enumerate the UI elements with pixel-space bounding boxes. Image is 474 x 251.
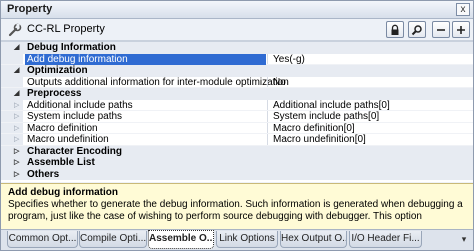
collapsed-arrow-icon[interactable]: ▷ bbox=[14, 169, 22, 181]
description-panel: Add debug information Specifies whether … bbox=[1, 183, 473, 229]
property-value[interactable]: Macro definition[0] bbox=[273, 123, 355, 135]
column-separator bbox=[267, 99, 268, 110]
category-label: Optimization bbox=[27, 65, 88, 76]
tab-4[interactable]: Link Options bbox=[216, 231, 278, 248]
collapse-all-button[interactable] bbox=[432, 21, 450, 38]
property-row[interactable]: ▷ Additional include paths Additional incl… bbox=[1, 99, 473, 112]
tab-2[interactable]: Compile Opti... bbox=[79, 231, 147, 248]
category-label: Others bbox=[27, 168, 60, 180]
collapsed-arrow-icon[interactable]: ▷ bbox=[14, 100, 19, 112]
property-row[interactable]: ▷ Macro undefinition Macro undefinition[0] bbox=[1, 134, 473, 146]
property-value[interactable]: System include paths[0] bbox=[273, 111, 379, 123]
column-separator bbox=[267, 76, 268, 87]
category-row[interactable]: ▷ Assemble List bbox=[1, 157, 473, 169]
property-label: Add debug information bbox=[25, 53, 266, 65]
row-gutter bbox=[1, 99, 23, 110]
property-label: System include paths bbox=[27, 111, 123, 122]
property-grid: ◢ Debug Information Add debug information Y… bbox=[1, 41, 473, 182]
tab-6[interactable]: I/O Header Fi... bbox=[349, 231, 422, 248]
close-button[interactable]: x bbox=[456, 3, 470, 16]
category-row[interactable]: ▷ Character Encoding bbox=[1, 145, 473, 158]
window-title: Property bbox=[7, 3, 53, 15]
expanded-arrow-icon[interactable]: ◢ bbox=[14, 42, 22, 54]
property-window: Property x CC-RL Property ◢ Debug Inform… bbox=[0, 0, 474, 251]
row-gutter bbox=[1, 76, 23, 87]
description-title: Add debug information bbox=[8, 187, 118, 198]
wrench-icon bbox=[7, 22, 23, 38]
description-text: Specifies whether to generate the debug … bbox=[8, 199, 463, 222]
column-separator bbox=[267, 134, 268, 145]
row-gutter bbox=[1, 122, 23, 133]
row-gutter bbox=[1, 134, 23, 145]
column-separator bbox=[267, 111, 268, 122]
collapsed-arrow-icon[interactable]: ▷ bbox=[14, 157, 22, 169]
property-value[interactable]: Macro undefinition[0] bbox=[273, 134, 366, 146]
expand-icon bbox=[457, 26, 465, 34]
category-label: Character Encoding bbox=[27, 145, 123, 157]
expanded-arrow-icon[interactable]: ◢ bbox=[14, 65, 22, 77]
panel-title: CC-RL Property bbox=[27, 23, 105, 35]
collapsed-arrow-icon[interactable]: ▷ bbox=[14, 146, 22, 158]
collapse-icon bbox=[437, 29, 445, 31]
category-row[interactable]: ◢ Optimization bbox=[1, 65, 473, 77]
expand-all-button[interactable] bbox=[452, 21, 470, 38]
search-button[interactable] bbox=[408, 21, 426, 38]
lock-button[interactable] bbox=[386, 21, 404, 38]
collapsed-arrow-icon[interactable]: ▷ bbox=[14, 111, 19, 123]
property-value[interactable]: Yes(-g) bbox=[273, 54, 305, 66]
tab-3[interactable]: Assemble O... bbox=[148, 230, 214, 249]
category-label: Debug Information bbox=[27, 42, 116, 53]
column-separator bbox=[267, 122, 268, 133]
category-label: Assemble List bbox=[27, 157, 95, 168]
category-label: Preprocess bbox=[27, 88, 82, 99]
row-gutter bbox=[1, 111, 23, 122]
tab-5[interactable]: Hex Output O... bbox=[280, 231, 347, 248]
property-label: Macro undefinition bbox=[27, 134, 109, 145]
tab-strip: ▾ Common Opt... Compile Opti... Assemble O… bbox=[1, 229, 473, 250]
property-row[interactable]: Outputs additional information for inter… bbox=[1, 76, 473, 89]
category-row[interactable]: ◢ Debug Information bbox=[1, 42, 473, 54]
category-row[interactable]: ◢ Preprocess bbox=[1, 88, 473, 100]
property-label: Additional include paths bbox=[27, 99, 133, 111]
property-toolbar: CC-RL Property bbox=[1, 19, 473, 41]
property-value[interactable]: No bbox=[273, 77, 286, 89]
window-titlebar: Property x bbox=[1, 1, 473, 19]
property-row[interactable]: Add debug information Yes(-g) bbox=[1, 53, 473, 66]
row-gutter bbox=[1, 53, 23, 64]
property-row[interactable]: ▷ System include paths System include path… bbox=[1, 111, 473, 123]
lock-icon bbox=[391, 24, 399, 35]
tab-1[interactable]: Common Opt... bbox=[7, 231, 78, 248]
tab-list-menu-button[interactable]: ▾ bbox=[457, 232, 471, 247]
property-value[interactable]: Additional include paths[0] bbox=[273, 100, 390, 112]
search-icon bbox=[411, 25, 422, 36]
property-row[interactable]: ▷ Macro definition Macro definition[0] bbox=[1, 122, 473, 135]
property-label: Outputs additional information for inter… bbox=[27, 76, 289, 88]
collapsed-arrow-icon[interactable]: ▷ bbox=[14, 134, 19, 146]
collapsed-arrow-icon[interactable]: ▷ bbox=[14, 123, 19, 135]
column-separator bbox=[267, 53, 268, 64]
category-row[interactable]: ▷ Others bbox=[1, 168, 473, 181]
expanded-arrow-icon[interactable]: ◢ bbox=[14, 88, 22, 100]
property-label: Macro definition bbox=[27, 122, 98, 134]
